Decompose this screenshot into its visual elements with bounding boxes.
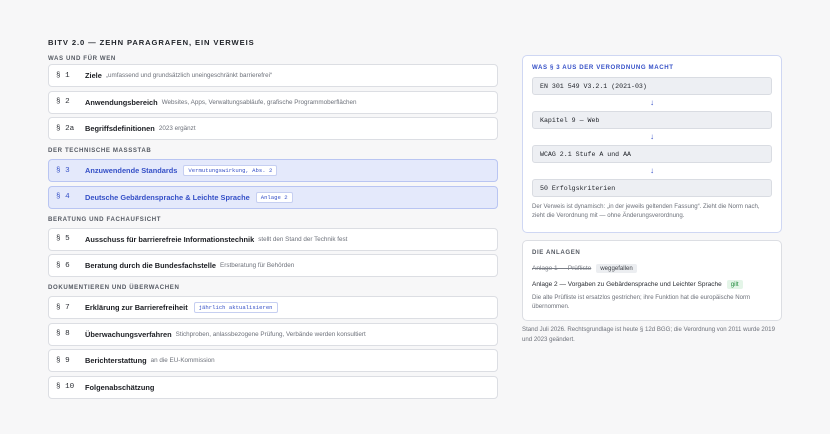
reference-chain-card: WAS § 3 AUS DER VERORDNUNG MACHT EN 301 … (522, 55, 782, 233)
card-note: Der Verweis ist dynamisch: „in der jewei… (532, 203, 760, 219)
status-note: Stand Juli 2026. Rechtsgrundlage ist heu… (522, 326, 775, 343)
paragraph-number: § 1 (56, 71, 70, 80)
anlagen-card: DIE ANLAGEN Anlage 1 — Prüfliste weggefa… (522, 240, 782, 321)
paragraph-title: Ausschuss für barrierefreie Informations… (85, 234, 255, 244)
anlage-2-row: Anlage 2 — Vorgaben zu Gebärdensprache u… (532, 278, 772, 290)
paragraph-number: § 6 (56, 261, 70, 270)
paragraph-row-2a[interactable]: § 2a Begriffsdefinitionen 2023 ergänzt (48, 117, 498, 140)
anlage-2-label: Anlage 2 — Vorgaben zu Gebärdensprache u… (532, 280, 722, 288)
section-heading: BERATUNG UND FACHAUFSICHT (48, 215, 162, 223)
paragraph-number: § 10 (56, 383, 75, 391)
paragraph-row-5[interactable]: § 5 Ausschuss für barrierefreie Informat… (48, 227, 498, 251)
paragraph-title: Berichterstattung (85, 356, 147, 365)
paragraph-title: Überwachungsverfahren (85, 329, 172, 339)
anlage-1-label: Anlage 1 — Prüfliste (532, 264, 592, 272)
paragraph-title: Ziele (85, 71, 102, 80)
paragraph-number: § 3 (56, 166, 70, 175)
paragraph-row-3[interactable]: § 3 Anzuwendende Standards Vermutungswir… (48, 159, 498, 182)
paragraph-tag: Anlage 2 (255, 191, 293, 203)
paragraph-description: Websites, Apps, Verwaltungsabläufe, graf… (161, 98, 357, 106)
paragraph-title: Begriffsdefinitionen (85, 124, 155, 133)
status-badge: weggefallen (596, 263, 637, 273)
paragraph-number: § 4 (56, 193, 70, 201)
paragraph-title: Beratung durch die Bundesfachstelle (85, 261, 217, 270)
paragraph-title: Erklärung zur Barrierefreiheit (85, 303, 188, 312)
paragraph-title: Folgenabschätzung (85, 382, 155, 392)
paragraph-row-6[interactable]: § 6 Beratung durch die Bundesfachstelle … (48, 254, 498, 277)
card-note: Die alte Prüfliste ist ersatzlos gestric… (532, 294, 751, 310)
paragraph-row-4[interactable]: § 4 Deutsche Gebärdensprache & Leichte S… (48, 185, 498, 209)
paragraph-description: an die EU-Kommission (150, 357, 215, 364)
page-title: BITV 2.0 — ZEHN PARAGRAFEN, EIN VERWEIS (48, 38, 255, 47)
paragraph-number: § 9 (56, 356, 70, 365)
chain-step-chapter: Kapitel 9 — Web (532, 111, 772, 129)
paragraph-list: WAS UND FÜR WEN § 1 Ziele „umfassend und… (48, 54, 498, 402)
paragraph-row-2[interactable]: § 2 Anwendungsbereich Websites, Apps, Ve… (48, 90, 498, 114)
paragraph-row-10[interactable]: § 10 Folgenabschätzung (48, 375, 498, 399)
paragraph-number: § 7 (56, 303, 70, 312)
paragraph-description: stellt den Stand der Technik fest (258, 235, 348, 243)
paragraph-tag: Vermutungswirkung, Abs. 2 (183, 165, 278, 176)
paragraph-row-9[interactable]: § 9 Berichterstattung an die EU-Kommissi… (48, 349, 498, 372)
paragraph-number: § 2 (56, 98, 70, 106)
section-heading: DER TECHNISCHE MASSSTAB (48, 147, 152, 154)
paragraph-description: Erstberatung für Behörden (220, 262, 295, 269)
paragraph-description: Stichproben, anlassbezogene Prüfung, Ver… (175, 330, 366, 338)
paragraph-tag: jährlich aktualisieren (193, 302, 278, 313)
paragraph-title: Anwendungsbereich (85, 97, 158, 107)
card-heading: WAS § 3 AUS DER VERORDNUNG MACHT (532, 64, 674, 71)
section-heading: DOKUMENTIEREN UND ÜBERWACHEN (48, 284, 180, 291)
paragraph-title: Deutsche Gebärdensprache & Leichte Sprac… (85, 192, 250, 202)
arrow-down-icon: ↓ (650, 166, 654, 175)
paragraph-row-7[interactable]: § 7 Erklärung zur Barrierefreiheit jährl… (48, 296, 498, 319)
chain-step-standard: EN 301 549 V3.2.1 (2021-03) (532, 77, 772, 95)
paragraph-description: „umfassend und grundsätzlich uneingeschr… (105, 72, 273, 79)
paragraph-row-8[interactable]: § 8 Überwachungsverfahren Stichproben, a… (48, 322, 498, 346)
chain-step-wcag: WCAG 2.1 Stufe A und AA (532, 145, 772, 163)
paragraph-number: § 2a (56, 124, 75, 133)
paragraph-row-1[interactable]: § 1 Ziele „umfassend und grundsätzlich u… (48, 64, 498, 87)
card-heading: DIE ANLAGEN (532, 249, 581, 256)
paragraph-title: Anzuwendende Standards (85, 166, 178, 175)
arrow-down-icon: ↓ (650, 132, 654, 141)
paragraph-description: 2023 ergänzt (158, 125, 196, 132)
section-heading: WAS UND FÜR WEN (48, 55, 116, 62)
chain-step-criteria: 50 Erfolgskriterien (532, 179, 772, 197)
anlage-1-row: Anlage 1 — Prüfliste weggefallen (532, 262, 772, 274)
arrow-down-icon: ↓ (650, 98, 654, 107)
paragraph-number: § 5 (56, 235, 70, 243)
status-badge: gilt (726, 279, 743, 289)
paragraph-number: § 8 (56, 330, 70, 338)
